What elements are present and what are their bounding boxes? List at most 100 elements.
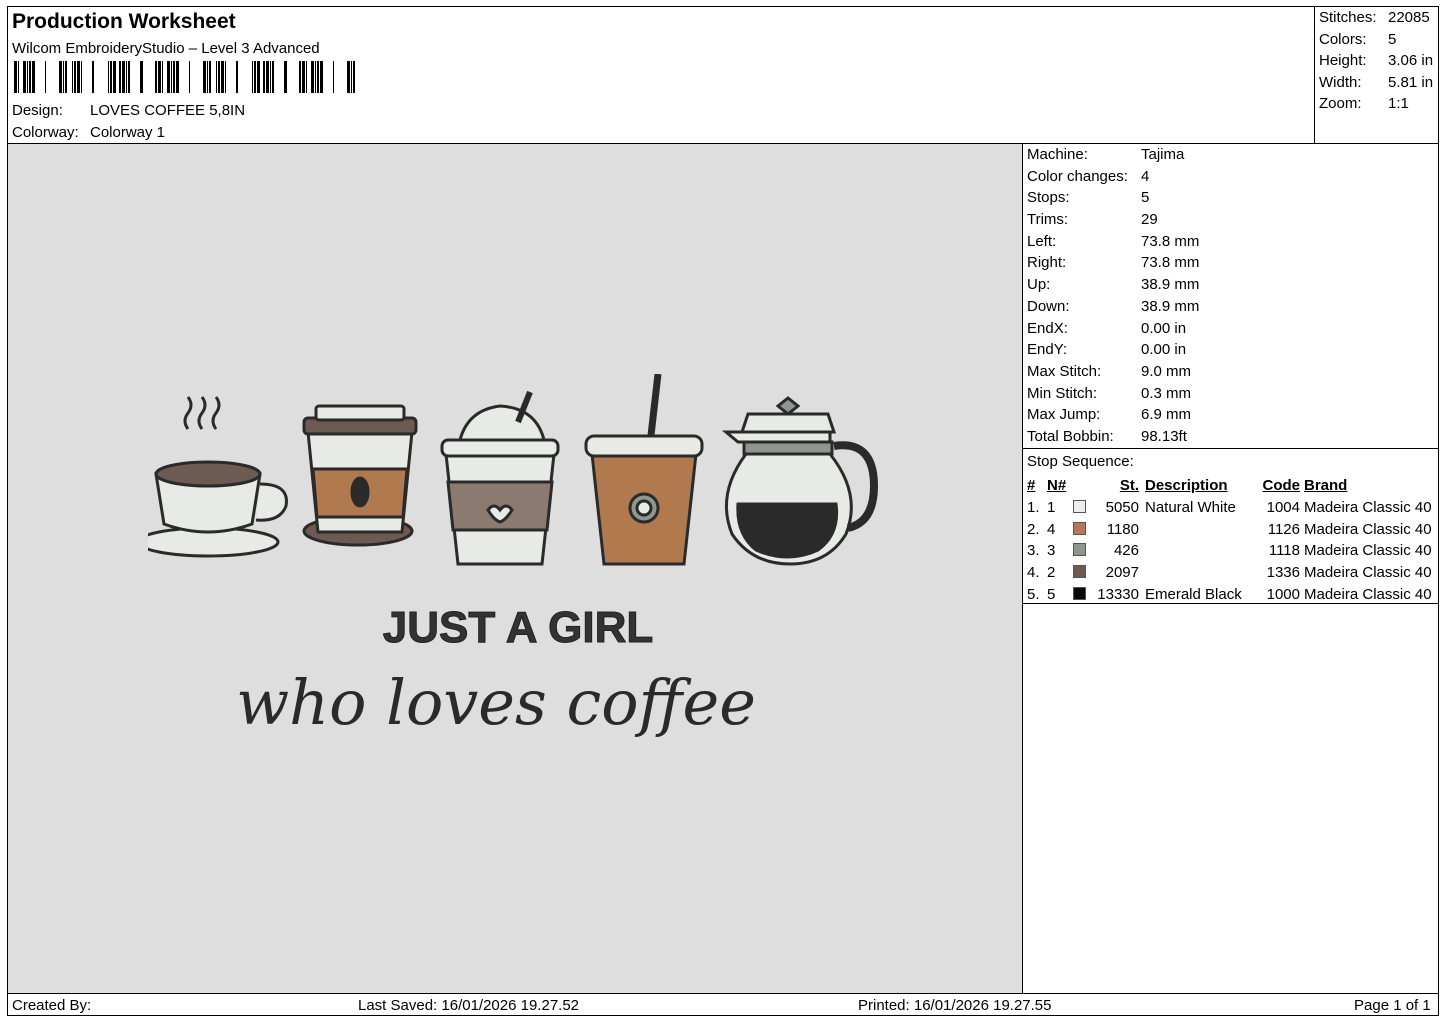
info-row: Total Bobbin: 98.13ft: [1027, 428, 1438, 450]
info-value: 73.8 mm: [1141, 232, 1200, 250]
barcode-bar: [65, 61, 67, 93]
info-row: Trims: 29: [1027, 211, 1438, 233]
info-row: Left: 73.8 mm: [1027, 233, 1438, 255]
info-label: Max Jump:: [1027, 406, 1101, 424]
worksheet-header: Production Worksheet Wilcom EmbroiderySt…: [8, 7, 1438, 144]
stop-row: 3. 3 426 1118 Madeira Classic 40: [1027, 540, 1438, 562]
slogan-line-1: JUST A GIRL: [383, 603, 654, 652]
info-value: 38.9 mm: [1141, 297, 1200, 315]
stop-description: [1145, 562, 1256, 584]
stat-value: 5: [1388, 30, 1397, 48]
barcode-bar: [207, 61, 208, 93]
stop-sequence-panel: Stop Sequence: # N# St. Description Code…: [1023, 449, 1438, 604]
stat-label: Width:: [1319, 73, 1362, 91]
info-label: Stops:: [1027, 189, 1070, 207]
stop-stitches: 2097: [1105, 564, 1139, 582]
stat-stitches: Stitches: 22085: [1319, 9, 1438, 31]
barcode-bar: [218, 61, 220, 93]
info-label: Right:: [1027, 254, 1067, 272]
colorway-value: Colorway 1: [90, 124, 166, 141]
stop-row: 2. 4 1180 1126 Madeira Classic 40: [1027, 518, 1438, 540]
barcode-bar: [306, 61, 307, 93]
stop-brand: Madeira Classic 40: [1304, 585, 1432, 603]
stat-height: Height: 3.06 in: [1319, 52, 1438, 74]
color-swatch: [1073, 497, 1097, 519]
coffee-cup-icon: [148, 396, 288, 558]
page-number: Page 1 of 1: [1354, 997, 1431, 1014]
stat-value: 3.06 in: [1388, 52, 1434, 70]
col-swatch: [1073, 475, 1097, 497]
barcode-bar: [351, 61, 352, 93]
barcode-bar: [72, 61, 73, 93]
barcode-bar: [347, 61, 350, 93]
stop-stitches: 5050: [1105, 499, 1139, 517]
design-row: Design: LOVES COFFEE 5,8IN: [12, 102, 245, 119]
barcode-bar: [171, 61, 172, 93]
barcode-bar: [311, 61, 314, 93]
color-swatch: [1073, 583, 1097, 605]
barcode-bar: [63, 61, 64, 93]
last-saved: Last Saved: 16/01/2026 19.27.52: [358, 997, 580, 1014]
color-swatch: [1073, 518, 1097, 540]
info-row: Machine: Tajima: [1027, 146, 1438, 168]
info-value: 38.9 mm: [1141, 276, 1200, 294]
swatch-chip: [1073, 543, 1086, 557]
barcode-bar: [167, 61, 170, 93]
color-swatch: [1073, 540, 1097, 562]
barcode-bar: [317, 61, 319, 93]
info-row: Right: 73.8 mm: [1027, 254, 1438, 276]
stop-index: 1.: [1027, 499, 1040, 517]
barcode-bar: [74, 61, 76, 93]
info-label: Max Stitch:: [1027, 362, 1102, 380]
stop-sequence-title: Stop Sequence:: [1027, 453, 1134, 470]
barcode-bar: [189, 61, 190, 93]
info-value: 6.9 mm: [1141, 406, 1192, 424]
col-code: Code: [1262, 477, 1301, 495]
stop-brand: Madeira Classic 40: [1304, 542, 1432, 560]
barcode-bar: [272, 61, 274, 93]
stop-index: 3.: [1027, 542, 1040, 560]
stop-needle: 2: [1047, 564, 1056, 582]
stop-brand: Madeira Classic 40: [1304, 499, 1432, 517]
design-stats: Stitches: 22085 Colors: 5 Height: 3.06 in W…: [1314, 7, 1438, 144]
info-label: EndX:: [1027, 319, 1068, 337]
stop-sequence-table: # N# St. Description Code Brand 1. 1 5050 N…: [1027, 475, 1438, 605]
barcode-bar: [45, 61, 46, 93]
barcode-bar: [320, 61, 323, 93]
info-label: Machine:: [1027, 146, 1088, 163]
barcode-bar: [203, 61, 206, 93]
stop-code: 1118: [1268, 542, 1300, 560]
barcode-bar: [176, 61, 179, 93]
info-value: 0.3 mm: [1141, 384, 1192, 402]
info-value: 0.00 in: [1141, 319, 1187, 337]
design-label: Design:: [12, 102, 63, 119]
stop-brand: Madeira Classic 40: [1304, 564, 1432, 582]
barcode-bar: [155, 61, 157, 93]
barcode-bar: [32, 61, 35, 93]
stat-value: 1:1: [1388, 95, 1409, 113]
barcode-bar: [108, 61, 109, 93]
stop-row: 4. 2 2097 1336 Madeira Classic 40: [1027, 562, 1438, 584]
info-row: Max Stitch: 9.0 mm: [1027, 363, 1438, 385]
design-preview: JUST A GIRL who loves coffee: [8, 144, 1023, 993]
barcode-bar: [315, 61, 316, 93]
swatch-chip: [1073, 500, 1086, 514]
info-value: 29: [1141, 211, 1158, 229]
info-label: Total Bobbin:: [1027, 427, 1114, 445]
stop-brand: Madeira Classic 40: [1304, 520, 1432, 538]
barcode-bar: [216, 61, 217, 93]
col-description: Description: [1145, 477, 1228, 495]
info-label: Up:: [1027, 276, 1051, 294]
info-label: Min Stitch:: [1027, 384, 1098, 402]
stop-needle: 5: [1047, 585, 1056, 603]
stop-needle: 3: [1047, 542, 1056, 560]
colorway-label: Colorway:: [12, 124, 79, 141]
stop-description: Natural White: [1145, 499, 1236, 517]
stop-row: 5. 5 13330 Emerald Black 1000 Madeira Classic…: [1027, 583, 1438, 605]
barcode-bar: [263, 61, 265, 93]
barcode-bar: [23, 61, 26, 93]
color-swatch: [1073, 562, 1097, 584]
info-row: Color changes: 4: [1027, 168, 1438, 190]
iced-coffee-icon: [584, 374, 704, 566]
barcode-bar: [92, 61, 94, 93]
